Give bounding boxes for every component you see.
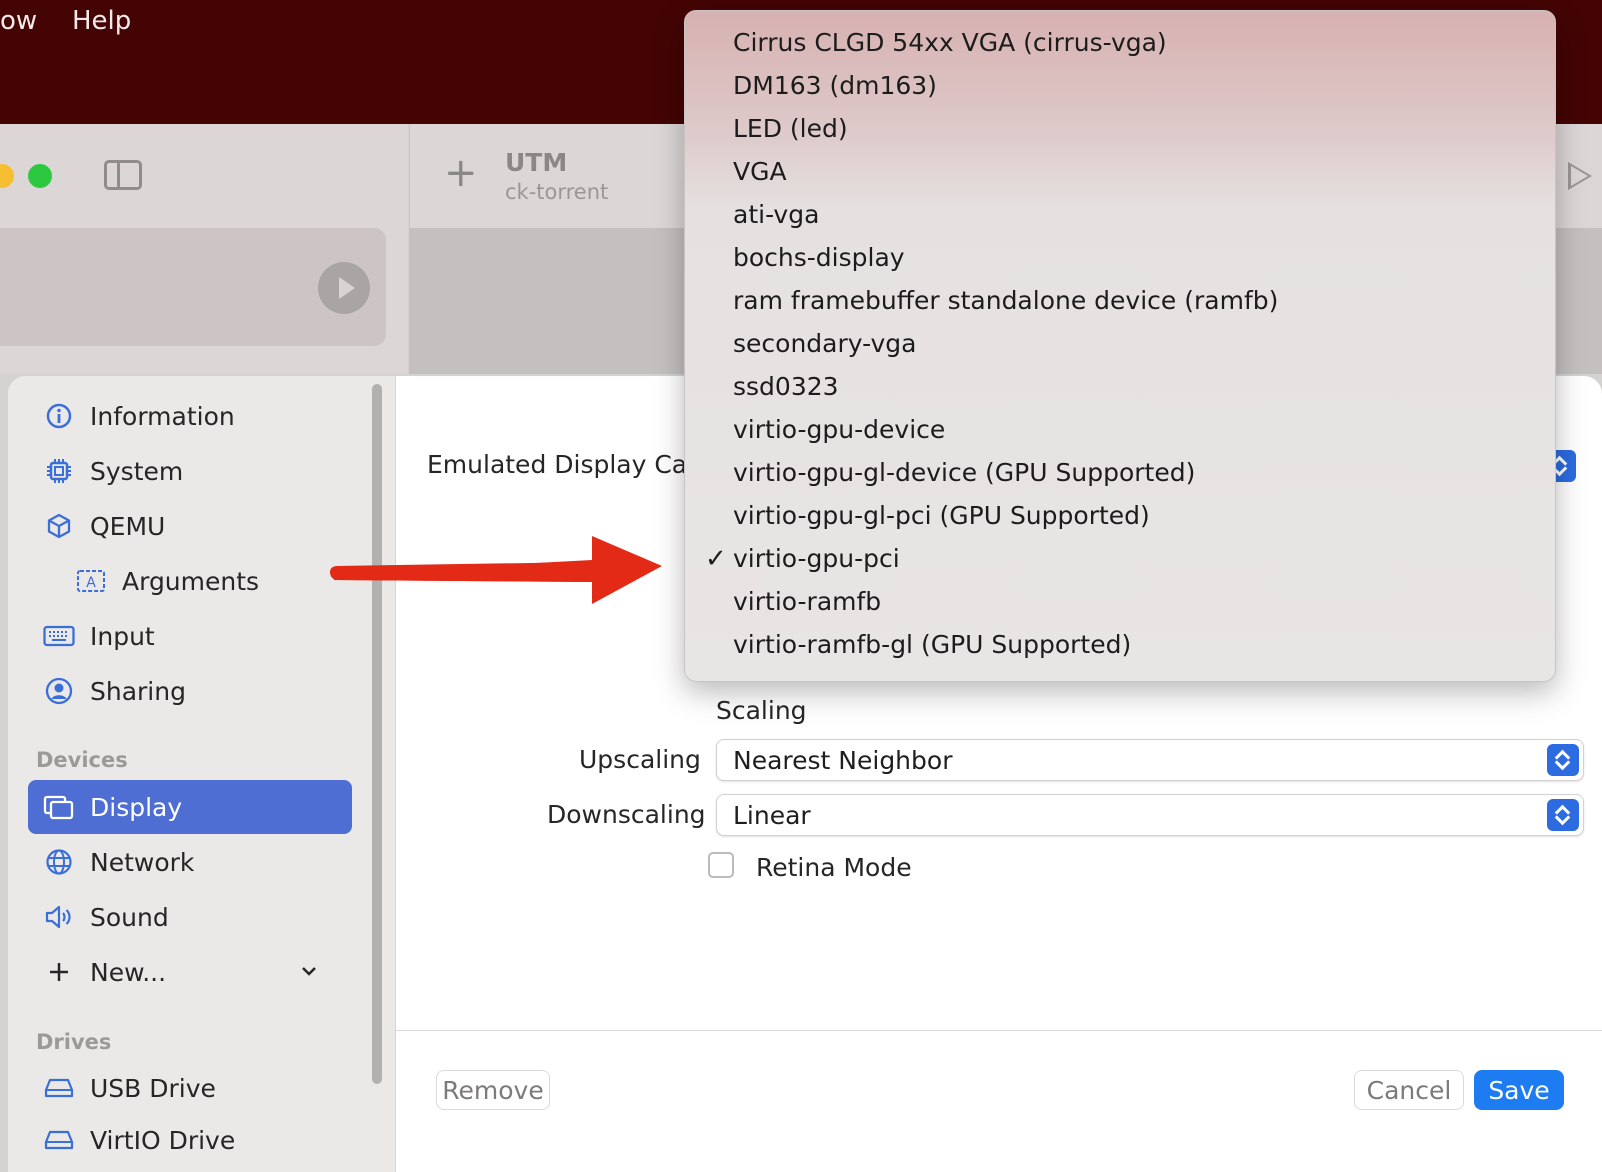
toolbar-vm-name: ck-torrent	[505, 180, 609, 204]
info-circle-icon	[42, 399, 76, 433]
sidebar-item-sharing[interactable]: Sharing	[28, 665, 352, 717]
toolbar-app-title: UTM	[505, 148, 568, 177]
sidebar-item-label: Display	[90, 792, 183, 822]
sidebar-item-virtio-drive[interactable]: VirtIO Drive	[28, 1114, 352, 1166]
menu-item-virtio-gpu-gl-pci[interactable]: virtio-gpu-gl-pci (GPU Supported)	[685, 494, 1557, 537]
downscaling-value: Linear	[733, 800, 811, 830]
sidebar-item-label: Network	[90, 847, 195, 877]
footer-divider	[396, 1030, 1602, 1031]
text-box-icon: A	[74, 564, 108, 598]
emulated-display-card-select[interactable]	[1544, 446, 1590, 488]
sidebar-toggle-icon[interactable]	[104, 160, 142, 190]
menu-item-label: virtio-gpu-pci	[733, 544, 900, 573]
speaker-icon	[42, 900, 76, 934]
cube-icon	[42, 509, 76, 543]
menu-item-ati-vga[interactable]: ati-vga	[685, 193, 1557, 236]
upscaling-select[interactable]: Nearest Neighbor	[716, 739, 1584, 781]
emulated-display-card-label: Emulated Display Car	[427, 450, 698, 479]
cpu-chip-icon	[42, 454, 76, 488]
menu-item-virtio-gpu-device[interactable]: virtio-gpu-device	[685, 408, 1557, 451]
sidebar-item-arguments[interactable]: A Arguments	[28, 555, 352, 607]
sidebar-item-label: QEMU	[90, 511, 166, 541]
display-card-popup-menu: Cirrus CLGD 54xx VGA (cirrus-vga) DM163 …	[684, 10, 1556, 682]
settings-sidebar: Information System QEMU A Arguments Inpu…	[8, 376, 396, 1172]
drives-section-header: Drives	[36, 1030, 112, 1054]
retina-mode-label: Retina Mode	[756, 853, 912, 882]
sidebar-item-label: Arguments	[122, 566, 260, 596]
menu-item-bochs-display[interactable]: bochs-display	[685, 236, 1557, 279]
downscaling-label: Downscaling	[547, 800, 706, 829]
devices-section-header: Devices	[36, 748, 128, 772]
menu-item-dm163[interactable]: DM163 (dm163)	[685, 64, 1557, 107]
remove-button[interactable]: Remove	[436, 1070, 550, 1110]
sidebar-item-label: Sharing	[90, 676, 186, 706]
zoom-window-button[interactable]	[28, 164, 52, 188]
drive-icon	[42, 1123, 76, 1157]
person-circle-icon	[42, 674, 76, 708]
menu-item-ramfb[interactable]: ram framebuffer standalone device (ramfb…	[685, 279, 1557, 322]
globe-icon	[42, 845, 76, 879]
retina-mode-checkbox[interactable]	[708, 852, 734, 878]
sidebar-item-system[interactable]: System	[28, 445, 352, 497]
menu-item-led[interactable]: LED (led)	[685, 107, 1557, 150]
menu-item-secondary-vga[interactable]: secondary-vga	[685, 322, 1557, 365]
menu-item-ssd0323[interactable]: ssd0323	[685, 365, 1557, 408]
plus-icon	[42, 955, 76, 989]
sidebar-scrollbar[interactable]	[372, 384, 382, 1084]
select-stepper-icon	[1547, 744, 1579, 776]
sidebar-item-sound[interactable]: Sound	[28, 891, 352, 943]
add-vm-icon[interactable]: +	[444, 150, 478, 196]
chevron-down-icon[interactable]	[300, 958, 318, 982]
upscaling-value: Nearest Neighbor	[733, 745, 953, 775]
menu-item-virtio-ramfb-gl[interactable]: virtio-ramfb-gl (GPU Supported)	[685, 623, 1557, 666]
downscaling-select[interactable]: Linear	[716, 794, 1584, 836]
sidebar-item-label: USB Drive	[90, 1073, 216, 1103]
sidebar-item-usb-drive[interactable]: USB Drive	[28, 1062, 352, 1114]
menu-help[interactable]: Help	[72, 6, 131, 36]
sidebar-item-label: New...	[90, 957, 167, 987]
menu-item-cirrus-vga[interactable]: Cirrus CLGD 54xx VGA (cirrus-vga)	[685, 21, 1557, 64]
menu-item-virtio-gpu-pci[interactable]: ✓ virtio-gpu-pci	[685, 537, 1557, 580]
keyboard-icon	[42, 619, 76, 653]
sidebar-item-information[interactable]: Information	[28, 390, 352, 442]
sidebar-item-display[interactable]: Display	[28, 780, 352, 834]
sidebar-item-network[interactable]: Network	[28, 836, 352, 888]
select-stepper-icon	[1547, 799, 1579, 831]
sidebar-item-label: VirtIO Drive	[90, 1125, 236, 1155]
menu-window[interactable]: ow	[0, 6, 37, 36]
checkmark-icon: ✓	[705, 543, 727, 574]
sidebar-item-label: Information	[90, 401, 235, 431]
sidebar-item-label: System	[90, 456, 184, 486]
sidebar-item-label: Sound	[90, 902, 169, 932]
sidebar-item-qemu[interactable]: QEMU	[28, 500, 352, 552]
annotation-arrow-icon	[330, 536, 662, 604]
drive-icon	[42, 1071, 76, 1105]
svg-text:A: A	[86, 575, 96, 591]
run-vm-icon[interactable]	[1568, 162, 1592, 190]
upscaling-label: Upscaling	[579, 745, 701, 774]
display-icon	[42, 790, 76, 824]
save-button[interactable]: Save	[1474, 1070, 1564, 1110]
menu-item-virtio-gpu-gl-device[interactable]: virtio-gpu-gl-device (GPU Supported)	[685, 451, 1557, 494]
cancel-button[interactable]: Cancel	[1354, 1070, 1464, 1110]
sidebar-item-label: Input	[90, 621, 155, 651]
scaling-section-label: Scaling	[716, 696, 807, 725]
menu-item-virtio-ramfb[interactable]: virtio-ramfb	[685, 580, 1557, 623]
menu-item-vga[interactable]: VGA	[685, 150, 1557, 193]
sidebar-item-input[interactable]: Input	[28, 610, 352, 662]
vm-play-icon[interactable]	[318, 262, 370, 314]
